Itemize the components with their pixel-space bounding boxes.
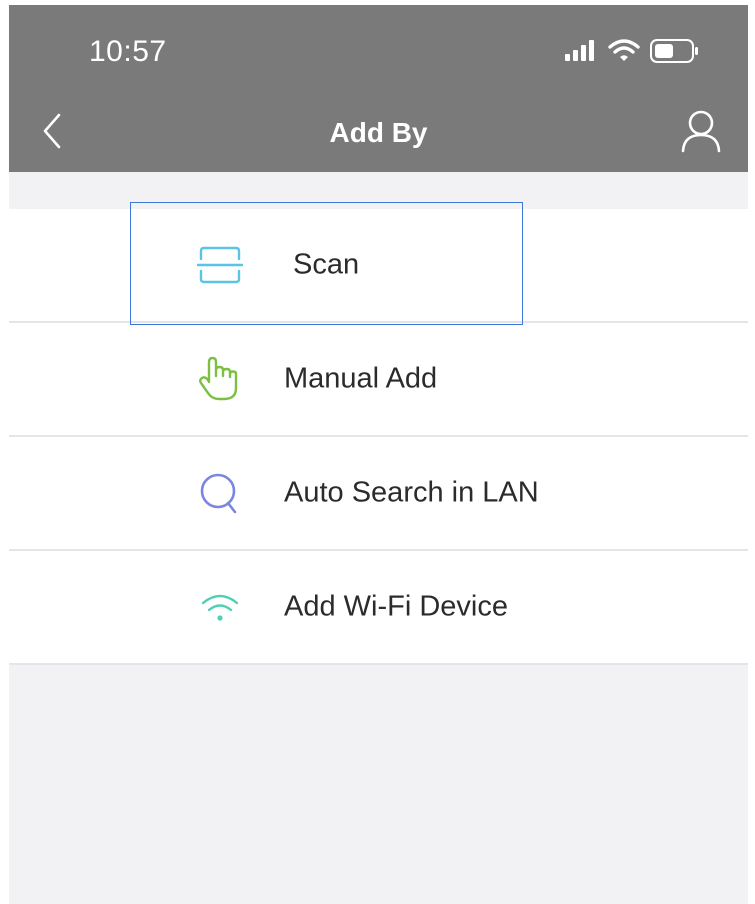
scan-icon xyxy=(195,240,245,290)
manual-add-option[interactable]: Manual Add xyxy=(9,323,748,437)
search-icon xyxy=(195,468,245,518)
page-title: Add By xyxy=(329,117,428,148)
user-icon xyxy=(681,110,721,153)
add-wifi-device-label: Add Wi-Fi Device xyxy=(284,590,508,623)
add-method-list: Scan Manual Add Auto Search in LAN Add W… xyxy=(9,209,748,665)
scan-option[interactable]: Scan xyxy=(9,209,748,323)
header-bar: 10:57 Add By xyxy=(9,5,748,172)
status-icons xyxy=(564,39,700,68)
manual-add-label: Manual Add xyxy=(284,362,438,395)
add-wifi-device-option[interactable]: Add Wi-Fi Device xyxy=(9,551,748,665)
user-button[interactable] xyxy=(680,109,722,153)
signal-icon xyxy=(564,40,598,67)
scan-label: Scan xyxy=(293,248,360,281)
app-screen: 10:57 Add By Scan Manual Add Auto Search… xyxy=(9,5,748,904)
wifi-status-icon xyxy=(608,39,640,68)
status-time: 10:57 xyxy=(89,35,167,68)
wifi-icon xyxy=(195,582,245,632)
auto-search-lan-label: Auto Search in LAN xyxy=(284,476,539,509)
hand-pointer-icon xyxy=(195,354,245,404)
auto-search-lan-option[interactable]: Auto Search in LAN xyxy=(9,437,748,551)
battery-icon xyxy=(650,39,700,68)
